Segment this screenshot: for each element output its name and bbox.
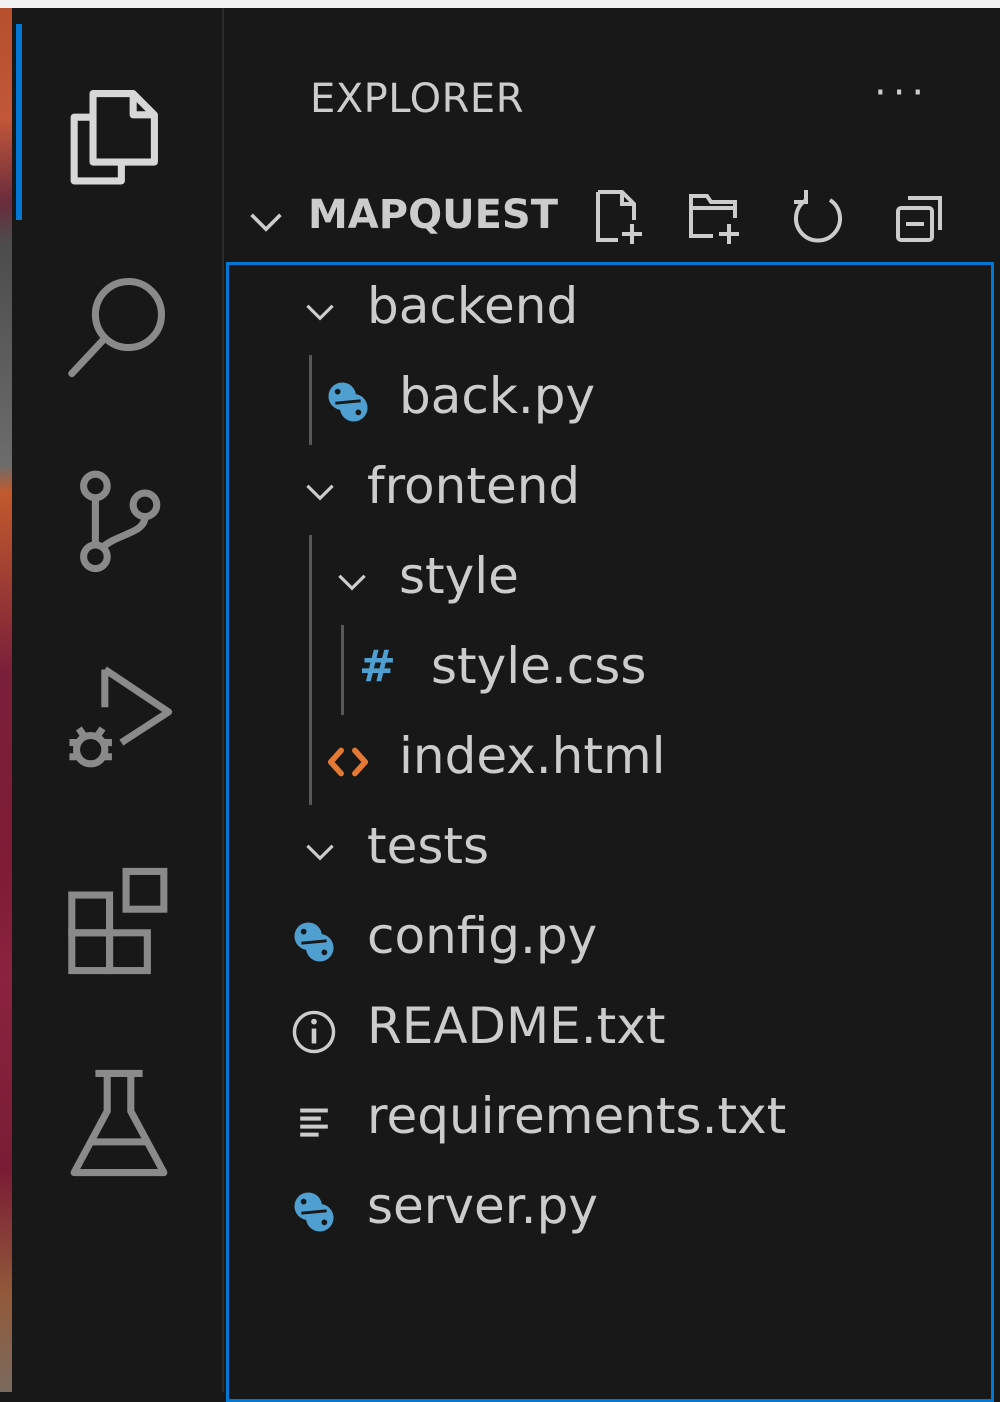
workspace-root-header[interactable]: MAPQUEST [238,184,978,248]
tree-file-config-py[interactable]: config.py [229,895,991,985]
tree-file-index-html[interactable]: index.html [229,715,991,805]
more-actions-button[interactable]: ··· [874,70,930,116]
info-icon [291,1009,337,1055]
run-and-debug-icon[interactable] [60,660,178,778]
workspace-root-label: MAPQUEST [308,192,558,238]
tree-file-server-py[interactable]: server.py [229,1165,991,1255]
new-folder-button[interactable] [683,184,747,248]
collapse-all-icon [896,196,942,242]
active-view-indicator [16,24,22,220]
refresh-button[interactable] [786,184,850,248]
tree-item-label: README.txt [367,997,666,1055]
new-folder-icon [689,194,739,244]
tree-item-label: tests [367,817,490,875]
html-file-icon [325,739,371,785]
refresh-icon [794,190,842,243]
tree-folder-backend[interactable]: backend [229,265,991,355]
tree-item-label: back.py [399,367,596,425]
tree-item-label: style.css [431,637,647,695]
chevron-down-icon [306,844,334,861]
tree-item-label: requirements.txt [367,1087,787,1145]
python-file-icon [291,1189,337,1235]
tree-item-label: server.py [367,1177,598,1235]
tree-folder-frontend[interactable]: frontend [229,445,991,535]
python-file-icon [291,919,337,965]
tree-file-back-py[interactable]: back.py [229,355,991,445]
collapse-all-button[interactable] [888,184,952,248]
sidebar-title: EXPLORER [310,76,524,122]
chevron-down-icon [250,213,282,232]
chevron-down-icon [306,304,334,321]
file-tree: backend back.py frontend style # style.c… [226,262,994,1402]
tree-item-label: backend [367,277,579,335]
tree-item-label: index.html [399,727,666,785]
window-top-edge [0,0,1000,8]
source-control-icon[interactable] [60,460,178,578]
tree-file-readme-txt[interactable]: README.txt [229,985,991,1075]
explorer-sidebar: EXPLORER ··· MAPQUEST backend back.py fr… [224,8,1000,1402]
chevron-down-icon [306,484,334,501]
tree-item-label: frontend [367,457,581,515]
tree-file-style-css[interactable]: # style.css [229,625,991,715]
tree-folder-tests[interactable]: tests [229,805,991,895]
new-file-icon [596,190,642,244]
tree-folder-style[interactable]: style [229,535,991,625]
tree-item-label: style [399,547,519,605]
css-file-icon: # [359,641,396,692]
tree-file-requirements-txt[interactable]: requirements.txt [229,1075,991,1165]
chevron-down-icon [338,574,366,591]
explorer-icon[interactable] [60,70,178,188]
testing-icon[interactable] [60,1064,178,1182]
extensions-icon[interactable] [60,862,178,980]
text-file-icon [291,1099,337,1145]
desktop-background-strip [0,8,12,1392]
tree-item-label: config.py [367,907,598,965]
new-file-button[interactable] [588,184,652,248]
python-file-icon [325,379,371,425]
search-icon[interactable] [60,265,178,383]
